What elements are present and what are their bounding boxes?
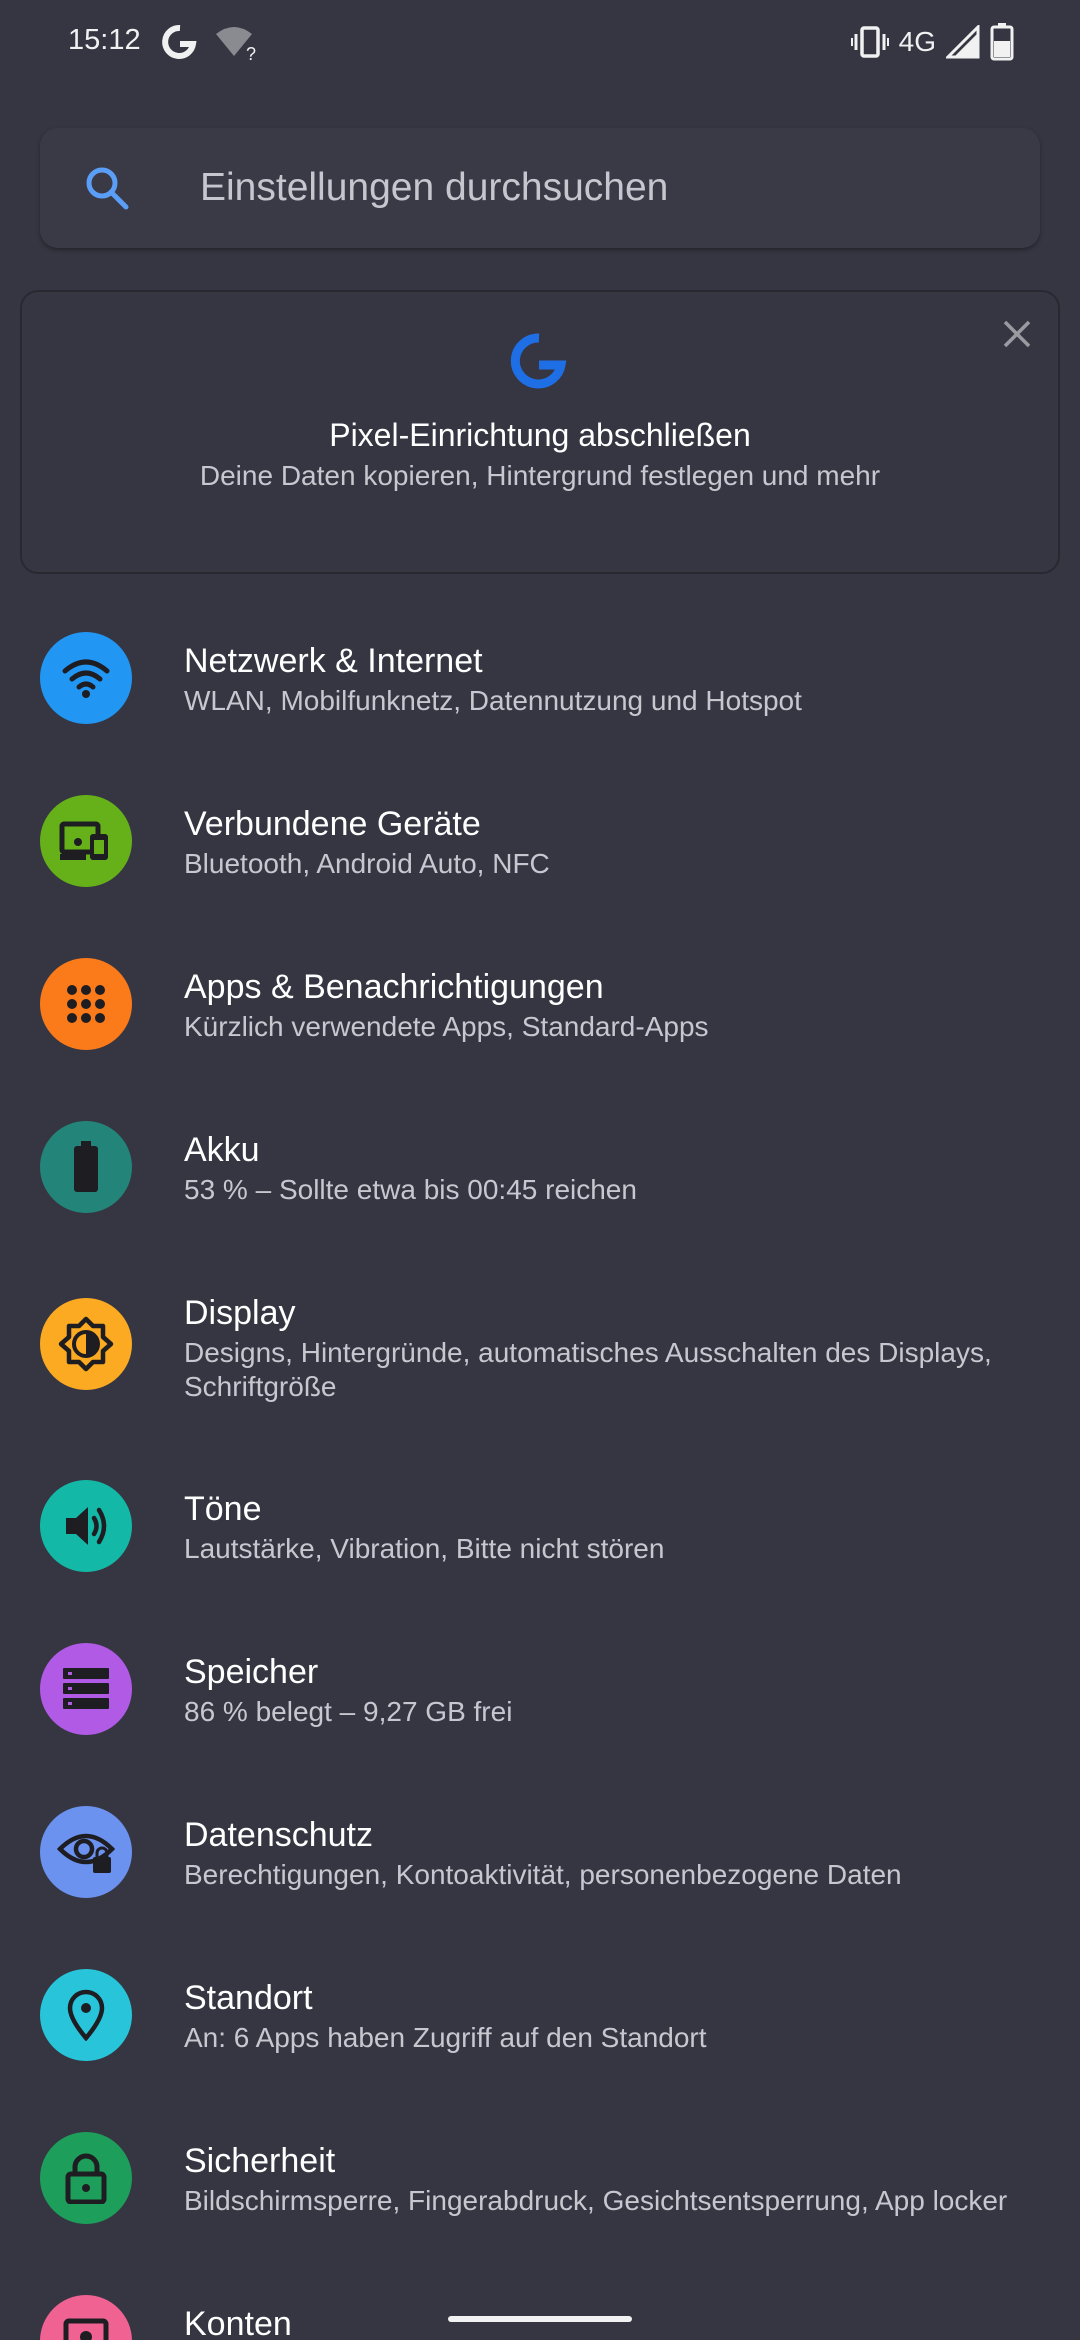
settings-item-apps[interactable]: Apps & Benachrichtigungen Kürzlich verwe… <box>0 946 1080 1106</box>
battery-icon <box>40 1121 132 1213</box>
settings-item-title: Speicher <box>184 1653 319 1691</box>
search-icon <box>86 167 129 210</box>
settings-item-title: Akku <box>184 1131 260 1169</box>
google-g-icon <box>510 333 567 389</box>
location-pin-icon <box>40 1969 132 2061</box>
network-type: 4G <box>898 26 936 57</box>
wifi-icon <box>40 632 132 724</box>
settings-item-subtitle: WLAN, Mobilfunknetz, Datennutzung und Ho… <box>184 685 802 716</box>
vibrate-icon <box>850 26 889 58</box>
settings-item-display[interactable]: Display Designs, Hintergründe, automatis… <box>0 1272 1080 1462</box>
storage-icon <box>40 1643 132 1735</box>
settings-item-title: Sicherheit <box>184 2142 336 2180</box>
settings-item-subtitle: Kürzlich verwendete Apps, Standard-Apps <box>184 1011 709 1042</box>
devices-icon <box>40 795 132 887</box>
settings-item-subtitle: Bildschirmsperre, Fingerabdruck, Gesicht… <box>184 2185 1008 2216</box>
navigation-gesture-handle[interactable] <box>448 2316 632 2322</box>
status-bar: 15:12 ? 4G <box>0 0 1080 86</box>
settings-item-title: Netzwerk & Internet <box>184 642 483 680</box>
settings-item-security[interactable]: Sicherheit Bildschirmsperre, Fingerabdru… <box>0 2120 1080 2280</box>
setup-card-title: Pixel-Einrichtung abschließen <box>329 417 751 453</box>
settings-item-title: Apps & Benachrichtigungen <box>184 968 604 1006</box>
settings-item-network[interactable]: Netzwerk & Internet WLAN, Mobilfunknetz,… <box>0 620 1080 780</box>
settings-item-subtitle: Designs, Hintergründe, automatisches Aus… <box>184 1337 992 1402</box>
settings-item-title: Datenschutz <box>184 1816 373 1854</box>
settings-item-subtitle: 53 % – Sollte etwa bis 00:45 reichen <box>184 1174 637 1205</box>
settings-item-subtitle: Berechtigungen, Kontoaktivität, personen… <box>184 1859 902 1890</box>
volume-icon <box>40 1480 132 1572</box>
apps-grid-icon <box>40 958 132 1050</box>
settings-item-storage[interactable]: Speicher 86 % belegt – 9,27 GB frei <box>0 1631 1080 1791</box>
brightness-icon <box>40 1298 132 1390</box>
wifi-unknown-icon: ? <box>216 27 256 62</box>
status-time: 15:12 <box>68 24 141 56</box>
settings-item-subtitle: An: 6 Apps haben Zugriff auf den Standor… <box>184 2022 707 2053</box>
battery-status-icon <box>990 23 1014 61</box>
signal-icon <box>946 25 980 59</box>
settings-item-subtitle: Lautstärke, Vibration, Bitte nicht störe… <box>184 1533 665 1564</box>
settings-item-title: Verbundene Geräte <box>184 805 481 843</box>
google-notification-icon <box>162 25 197 59</box>
settings-item-title: Standort <box>184 1979 313 2017</box>
settings-item-location[interactable]: Standort An: 6 Apps haben Zugriff auf de… <box>0 1957 1080 2117</box>
settings-item-title: Konten <box>184 2305 292 2340</box>
account-icon <box>40 2295 132 2340</box>
settings-item-subtitle: Bluetooth, Android Auto, NFC <box>184 848 550 879</box>
settings-item-title: Töne <box>184 1490 262 1528</box>
settings-item-subtitle: 86 % belegt – 9,27 GB frei <box>184 1696 513 1727</box>
search-placeholder: Einstellungen durchsuchen <box>200 166 669 209</box>
svg-text:?: ? <box>246 44 256 62</box>
settings-item-privacy[interactable]: Datenschutz Berechtigungen, Kontoaktivit… <box>0 1794 1080 1954</box>
setup-card-subtitle: Deine Daten kopieren, Hintergrund festle… <box>199 460 881 491</box>
privacy-eye-icon <box>40 1806 132 1898</box>
settings-item-accounts[interactable]: Konten <box>0 2283 1080 2340</box>
settings-item-connected-devices[interactable]: Verbundene Geräte Bluetooth, Android Aut… <box>0 783 1080 943</box>
settings-item-title: Display <box>184 1294 296 1332</box>
close-icon[interactable] <box>997 314 1037 354</box>
settings-item-battery[interactable]: Akku 53 % – Sollte etwa bis 00:45 reiche… <box>0 1109 1080 1269</box>
lock-icon <box>40 2132 132 2224</box>
settings-item-sounds[interactable]: Töne Lautstärke, Vibration, Bitte nicht … <box>0 1462 1080 1622</box>
